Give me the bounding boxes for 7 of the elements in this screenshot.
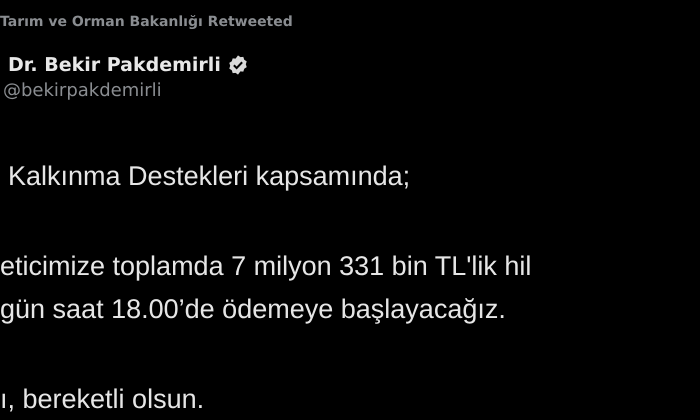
tweet-text-line: ı, bereketli olsun. [0, 383, 204, 416]
tweet-text-line: gün saat 18.00’de ödemeye başlayacağız. [0, 293, 506, 326]
tweet-text-line: eticimize toplamda 7 milyon 331 bin TL'lik hil [0, 250, 532, 283]
author-handle[interactable]: @bekirpakdemirli [0, 80, 162, 101]
tweet-text-line: Kalkınma Destekleri kapsamında; [7, 160, 410, 193]
author-name[interactable]: Dr. Bekir Pakdemirli [8, 54, 221, 76]
retweet-note: Tarım ve Orman Bakanlığı Retweeted [0, 14, 293, 30]
